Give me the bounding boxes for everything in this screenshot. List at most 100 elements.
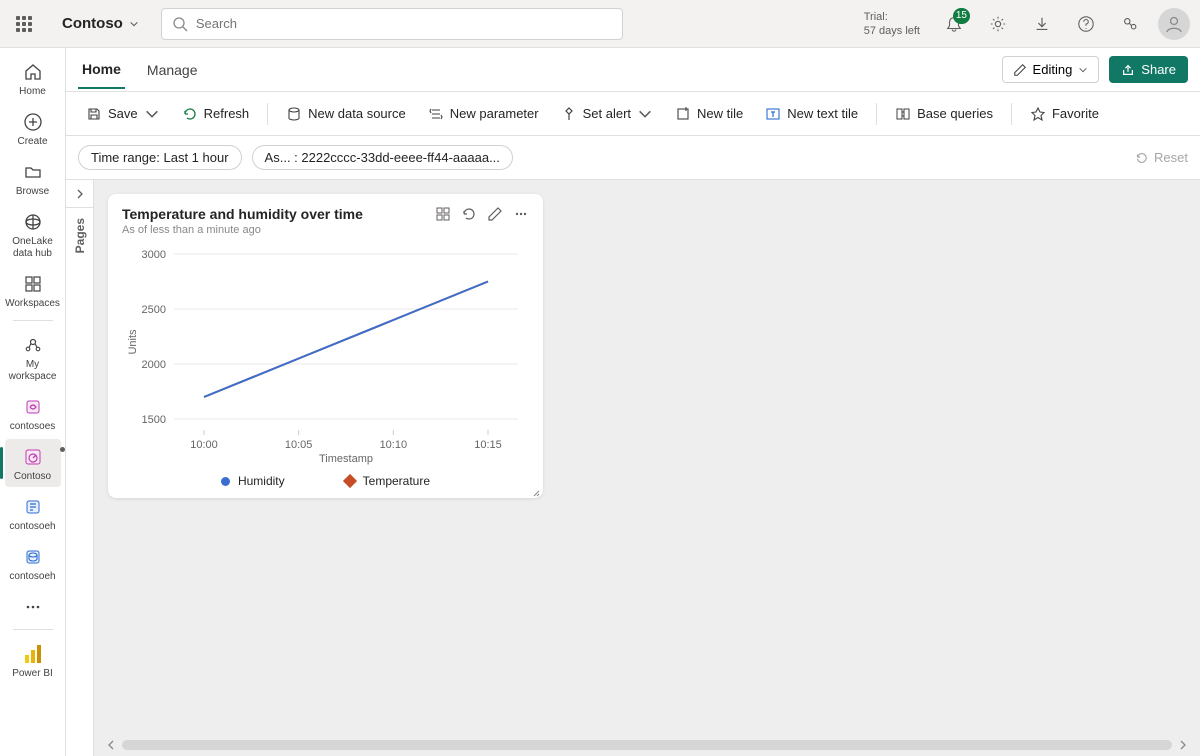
nds-label: New data source [308, 106, 406, 121]
tab-manage[interactable]: Manage [143, 52, 202, 88]
chart-tile[interactable]: Temperature and humidity over time As of… [108, 194, 543, 498]
new-data-source-button[interactable]: New data source [278, 101, 414, 127]
plus-circle-icon [23, 112, 43, 132]
tile-refresh-button[interactable] [461, 206, 477, 225]
time-range-filter[interactable]: Time range: Last 1 hour [78, 145, 242, 170]
nav-label: Workspaces [5, 298, 60, 310]
nav-label: Create [17, 136, 47, 148]
nav-contosoes[interactable]: contosoes [5, 389, 61, 437]
new-parameter-button[interactable]: New parameter [420, 101, 547, 127]
favorite-button[interactable]: Favorite [1022, 101, 1107, 127]
dashboard-canvas[interactable]: Temperature and humidity over time As of… [94, 180, 1200, 756]
svg-text:10:05: 10:05 [285, 439, 313, 451]
trial-days: 57 days left [864, 24, 920, 38]
tile-edit-button[interactable] [487, 206, 503, 225]
nav-contoso[interactable]: Contoso [5, 439, 61, 487]
feedback-icon [1121, 15, 1139, 33]
legend-temperature: Temperature [345, 474, 430, 488]
new-text-tile-button[interactable]: New text tile [757, 101, 866, 127]
toolbar: Save Refresh New data source New paramet… [66, 92, 1200, 136]
svg-text:1500: 1500 [142, 414, 166, 426]
resize-handle[interactable] [530, 485, 540, 495]
svg-text:10:00: 10:00 [190, 439, 218, 451]
tile-more-button[interactable] [513, 206, 529, 225]
nav-label: contosoes [10, 421, 56, 433]
reset-label: Reset [1154, 150, 1188, 165]
nav-separator [13, 629, 53, 630]
nav-my-workspace[interactable]: My workspace [5, 327, 61, 387]
nav-onelake[interactable]: OneLake data hub [5, 204, 61, 264]
tile-header: Temperature and humidity over time As of… [122, 206, 529, 236]
np-label: New parameter [450, 106, 539, 121]
notifications-button[interactable]: 15 [936, 6, 972, 42]
set-alert-button[interactable]: Set alert [553, 101, 661, 127]
separator [1011, 103, 1012, 125]
feedback-button[interactable] [1112, 6, 1148, 42]
main-area: Home Manage Editing Share Save [66, 48, 1200, 756]
help-icon [1077, 15, 1095, 33]
editing-label: Editing [1033, 62, 1073, 77]
horizontal-scrollbar[interactable] [106, 740, 1188, 750]
nav-powerbi[interactable]: Power BI [5, 636, 61, 684]
nav-create[interactable]: Create [5, 104, 61, 152]
nav-home[interactable]: Home [5, 54, 61, 102]
person-icon [1164, 14, 1184, 34]
svg-text:2500: 2500 [142, 304, 166, 316]
save-icon [86, 106, 102, 122]
pages-expand[interactable] [66, 180, 93, 208]
editing-mode-button[interactable]: Editing [1002, 56, 1100, 83]
nav-label: Power BI [12, 668, 53, 680]
share-label: Share [1141, 62, 1176, 77]
scroll-left-icon[interactable] [106, 740, 116, 750]
tab-home[interactable]: Home [78, 51, 125, 89]
ntt-label: New text tile [787, 106, 858, 121]
asset-filter[interactable]: As... : 2222cccc-33dd-eeee-ff44-aaaaa... [252, 145, 513, 170]
account-button[interactable] [1156, 6, 1192, 42]
home-icon [23, 62, 43, 82]
database-icon [286, 106, 302, 122]
avatar [1158, 8, 1190, 40]
scroll-track[interactable] [122, 740, 1172, 750]
scroll-right-icon[interactable] [1178, 740, 1188, 750]
my-workspace-icon [23, 335, 43, 355]
nav-separator [13, 320, 53, 321]
nav-rail: Home Create Browse OneLake data hub Work… [0, 48, 66, 756]
save-button[interactable]: Save [78, 101, 168, 127]
nav-label: Browse [16, 186, 49, 198]
workspace-selector[interactable]: Contoso [52, 15, 149, 32]
nav-label: OneLake data hub [5, 236, 61, 260]
refresh-label: Refresh [204, 106, 250, 121]
app-launcher[interactable] [8, 8, 40, 40]
base-queries-button[interactable]: Base queries [887, 101, 1001, 127]
nav-workspaces[interactable]: Workspaces [5, 266, 61, 314]
svg-text:Timestamp: Timestamp [319, 453, 373, 465]
refresh-button[interactable]: Refresh [174, 101, 258, 127]
search-input[interactable] [196, 16, 612, 31]
share-button[interactable]: Share [1109, 56, 1188, 83]
help-button[interactable] [1068, 6, 1104, 42]
svg-text:2000: 2000 [142, 359, 166, 371]
reset-button[interactable]: Reset [1134, 150, 1188, 165]
download-button[interactable] [1024, 6, 1060, 42]
tile-explore-button[interactable] [435, 206, 451, 225]
search-box[interactable] [161, 8, 623, 40]
nav-label: Contoso [14, 471, 51, 483]
nav-contosoeh-1[interactable]: contosoeh [5, 489, 61, 537]
search-icon [172, 16, 188, 32]
tile-icon [675, 106, 691, 122]
nt-label: New tile [697, 106, 743, 121]
chevron-down-icon [637, 106, 653, 122]
pages-rail: Pages [66, 180, 94, 756]
settings-button[interactable] [980, 6, 1016, 42]
legend-diamond-icon [343, 474, 357, 488]
nav-label: contosoeh [9, 521, 55, 533]
nav-more[interactable] [5, 589, 61, 623]
nav-contosoeh-2[interactable]: contosoeh [5, 539, 61, 587]
filter-row: Time range: Last 1 hour As... : 2222cccc… [66, 136, 1200, 180]
refresh-icon [182, 106, 198, 122]
notification-badge: 15 [953, 8, 970, 24]
alert-icon [561, 106, 577, 122]
more-icon [23, 597, 43, 617]
new-tile-button[interactable]: New tile [667, 101, 751, 127]
nav-browse[interactable]: Browse [5, 154, 61, 202]
